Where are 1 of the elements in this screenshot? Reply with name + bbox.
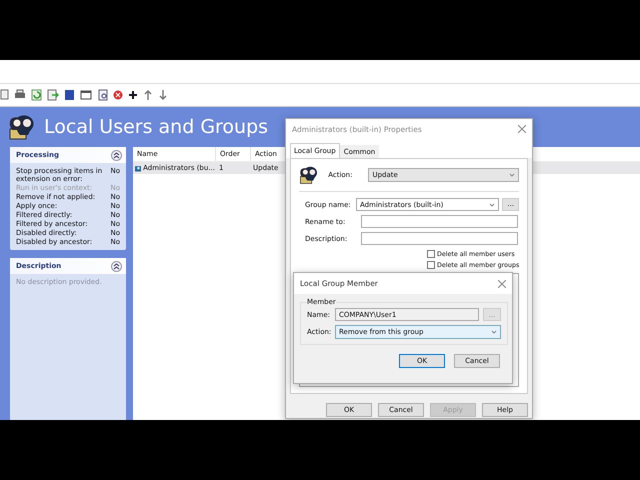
app-title: Local Users and Groups [44,116,268,138]
